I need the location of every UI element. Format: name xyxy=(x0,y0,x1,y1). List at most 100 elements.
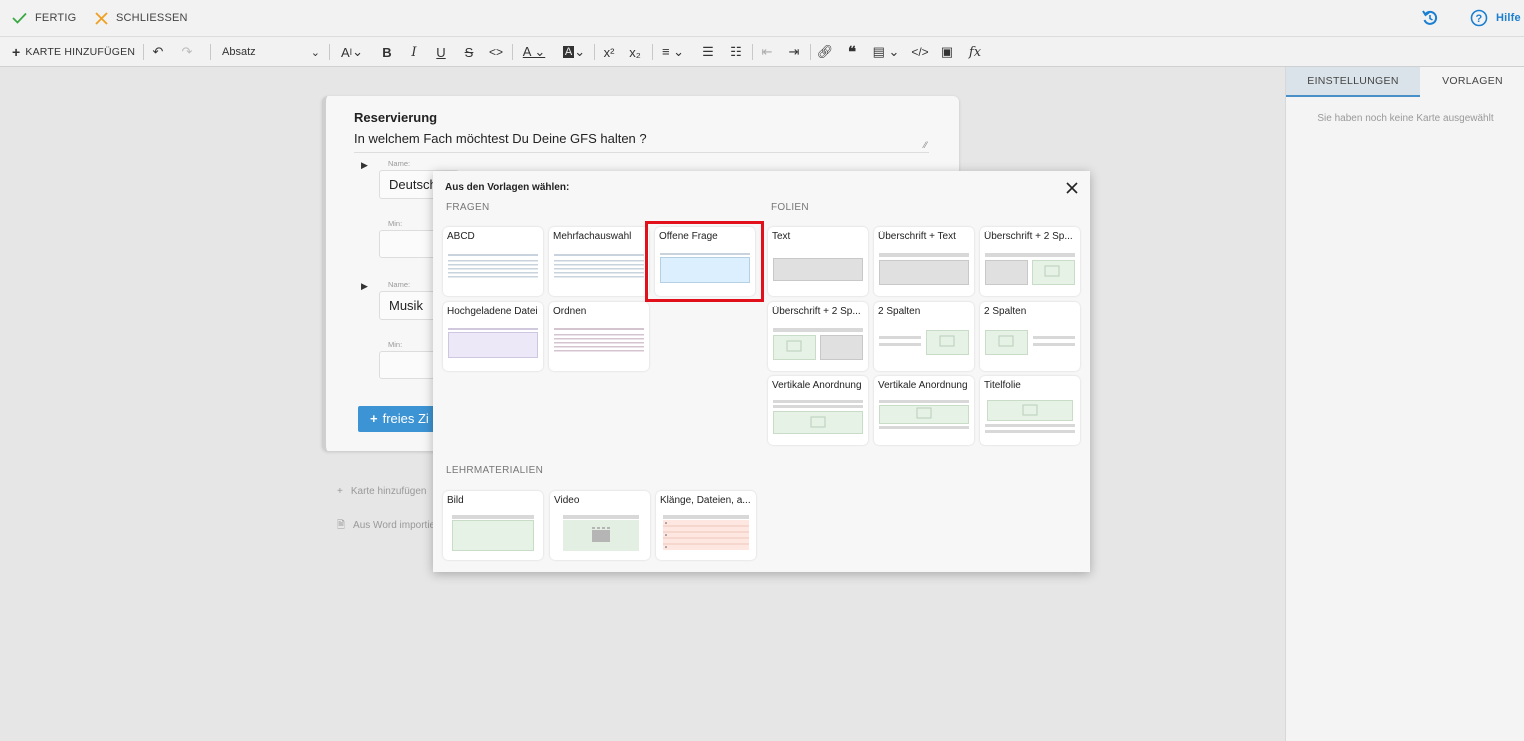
question-textarea[interactable]: In welchem Fach möchtest Du Deine GFS ha… xyxy=(354,131,929,153)
template-text[interactable]: Text xyxy=(768,227,868,296)
sounds-files-preview-icon xyxy=(663,515,749,550)
template-label: Titelfolie xyxy=(984,380,1021,391)
superscript-icon[interactable]: x² xyxy=(600,37,618,67)
template-label: Überschrift + 2 Sp... xyxy=(984,231,1073,242)
close-x-icon xyxy=(95,11,108,25)
tab-templates[interactable]: VORLAGEN xyxy=(1420,67,1524,97)
template-label: Überschrift + 2 Sp... xyxy=(772,306,861,317)
bold-icon[interactable]: B xyxy=(379,37,395,67)
bullet-list-icon[interactable]: ☷ xyxy=(727,37,745,67)
add-card-link[interactable]: + Karte hinzufügen xyxy=(337,486,426,497)
done-label: FERTIG xyxy=(35,12,77,24)
min-field[interactable] xyxy=(379,351,439,379)
toolbar-divider xyxy=(143,44,144,60)
template-image[interactable]: Bild xyxy=(443,491,543,560)
template-label: Überschrift + Text xyxy=(878,231,956,242)
dialog-title: Aus den Vorlagen wählen: xyxy=(445,182,570,193)
format-toolbar: + KARTE HINZUFÜGEN ↶ ↷ Absatz ⌄ A I ⌄ B I U … xyxy=(0,37,1524,67)
title-slide-preview-icon xyxy=(985,400,1075,433)
reset-history-icon[interactable] xyxy=(1421,9,1439,27)
uploaded-file-preview-icon xyxy=(448,328,538,358)
align-icon[interactable]: ≡ ⌄ xyxy=(658,37,688,67)
inline-code-icon[interactable]: <> xyxy=(487,37,505,67)
expand-triangle-icon[interactable]: ▶ xyxy=(361,281,368,292)
document-icon: 🗎︎ xyxy=(337,520,346,531)
toolbar-divider xyxy=(512,44,513,60)
redo-icon[interactable]: ↷ xyxy=(180,37,194,67)
plus-icon: + xyxy=(12,44,21,60)
code-block-icon[interactable]: </> xyxy=(910,37,930,67)
template-uploaded-file[interactable]: Hochgeladene Datei xyxy=(443,302,543,371)
font-size-icon[interactable]: A I ⌄ xyxy=(336,37,368,67)
insert-block-icon[interactable]: ▤ ⌄ xyxy=(870,37,902,67)
template-vertical-layout-alt[interactable]: Vertikale Anordnung xyxy=(874,376,974,445)
paragraph-style-select[interactable]: Absatz ⌄ xyxy=(218,37,324,67)
tab-settings[interactable]: EINSTELLUNGEN xyxy=(1286,67,1420,97)
section-materials: LEHRMATERIALIEN xyxy=(446,465,544,476)
import-word-link[interactable]: 🗎︎ Aus Word importie xyxy=(337,518,435,535)
template-ordering[interactable]: Ordnen xyxy=(549,302,649,371)
toolbar-divider xyxy=(752,44,753,60)
outdent-icon[interactable]: ⇤ xyxy=(758,37,776,67)
name-label: Name: xyxy=(388,280,411,289)
template-sounds-files[interactable]: Klänge, Dateien, a... xyxy=(656,491,756,560)
expand-triangle-icon[interactable]: ▶ xyxy=(361,160,368,171)
template-label: Klänge, Dateien, a... xyxy=(660,495,751,506)
template-label: Hochgeladene Datei xyxy=(447,306,538,317)
template-label: 2 Spalten xyxy=(984,306,1027,317)
toolbar-divider xyxy=(652,44,653,60)
abcd-preview-icon xyxy=(448,254,538,278)
highlight-color-icon[interactable]: A ⌄ xyxy=(558,37,590,67)
check-icon xyxy=(12,12,27,24)
two-columns-alt-preview-icon xyxy=(985,330,1075,355)
template-video[interactable]: Video xyxy=(550,491,650,560)
template-label: Text xyxy=(772,231,791,242)
template-two-columns[interactable]: 2 Spalten xyxy=(874,302,974,371)
template-heading-text[interactable]: Überschrift + Text xyxy=(874,227,974,296)
indent-icon[interactable]: ⇥ xyxy=(785,37,803,67)
add-card-button[interactable]: + KARTE HINZUFÜGEN xyxy=(12,37,135,67)
two-columns-preview-icon xyxy=(879,330,969,355)
resize-handle-icon[interactable]: ⁄⁄ xyxy=(924,140,927,150)
text-color-icon[interactable]: A ⌄ xyxy=(518,37,550,67)
plus-icon: + xyxy=(337,486,343,497)
help-icon: ? xyxy=(1470,9,1488,27)
subscript-icon[interactable]: x₂ xyxy=(626,37,644,67)
template-heading-two-columns-alt[interactable]: Überschrift + 2 Sp... xyxy=(768,302,868,371)
close-button[interactable]: SCHLIESSEN xyxy=(95,10,188,26)
done-button[interactable]: FERTIG xyxy=(12,10,76,26)
add-card-link-label: Karte hinzufügen xyxy=(350,486,427,497)
help-button[interactable]: ? Hilfe xyxy=(1470,9,1521,27)
image-icon[interactable]: ▣ xyxy=(938,37,956,67)
underline-icon[interactable]: U xyxy=(433,37,449,67)
min-label: Min: xyxy=(388,340,403,349)
right-panel: EINSTELLUNGEN VORLAGEN Sie haben noch ke… xyxy=(1285,67,1524,741)
strikethrough-icon[interactable]: S xyxy=(461,37,477,67)
italic-icon[interactable]: I xyxy=(406,37,422,67)
multiple-choice-preview-icon xyxy=(554,254,644,278)
template-two-columns-alt[interactable]: 2 Spalten xyxy=(980,302,1080,371)
template-label: Bild xyxy=(447,495,464,506)
name-label: Name: xyxy=(388,159,411,168)
formula-icon[interactable]: fx xyxy=(964,37,986,67)
toolbar-divider xyxy=(329,44,330,60)
quote-icon[interactable]: ❝ xyxy=(844,37,860,67)
template-title-slide[interactable]: Titelfolie xyxy=(980,376,1080,445)
min-field[interactable] xyxy=(379,230,439,258)
template-abcd[interactable]: ABCD xyxy=(443,227,543,296)
template-heading-two-columns[interactable]: Überschrift + 2 Sp... xyxy=(980,227,1080,296)
undo-icon[interactable]: ↶ xyxy=(151,37,165,67)
template-label: ABCD xyxy=(447,231,475,242)
link-icon[interactable]: 🔗︎ xyxy=(817,37,834,67)
chevron-down-icon: ⌄ xyxy=(310,46,320,59)
close-icon[interactable] xyxy=(1063,179,1081,197)
video-preview-icon xyxy=(563,515,639,551)
heading-text-preview-icon xyxy=(879,253,969,285)
highlight-box xyxy=(645,221,764,302)
section-questions: FRAGEN xyxy=(446,202,490,213)
add-card-label: KARTE HINZUFÜGEN xyxy=(25,46,136,58)
template-vertical-layout[interactable]: Vertikale Anordnung xyxy=(768,376,868,445)
heading-two-columns-alt-preview-icon xyxy=(773,328,863,360)
ordered-list-icon[interactable]: ☰ xyxy=(699,37,717,67)
template-multiple-choice[interactable]: Mehrfachauswahl xyxy=(549,227,649,296)
